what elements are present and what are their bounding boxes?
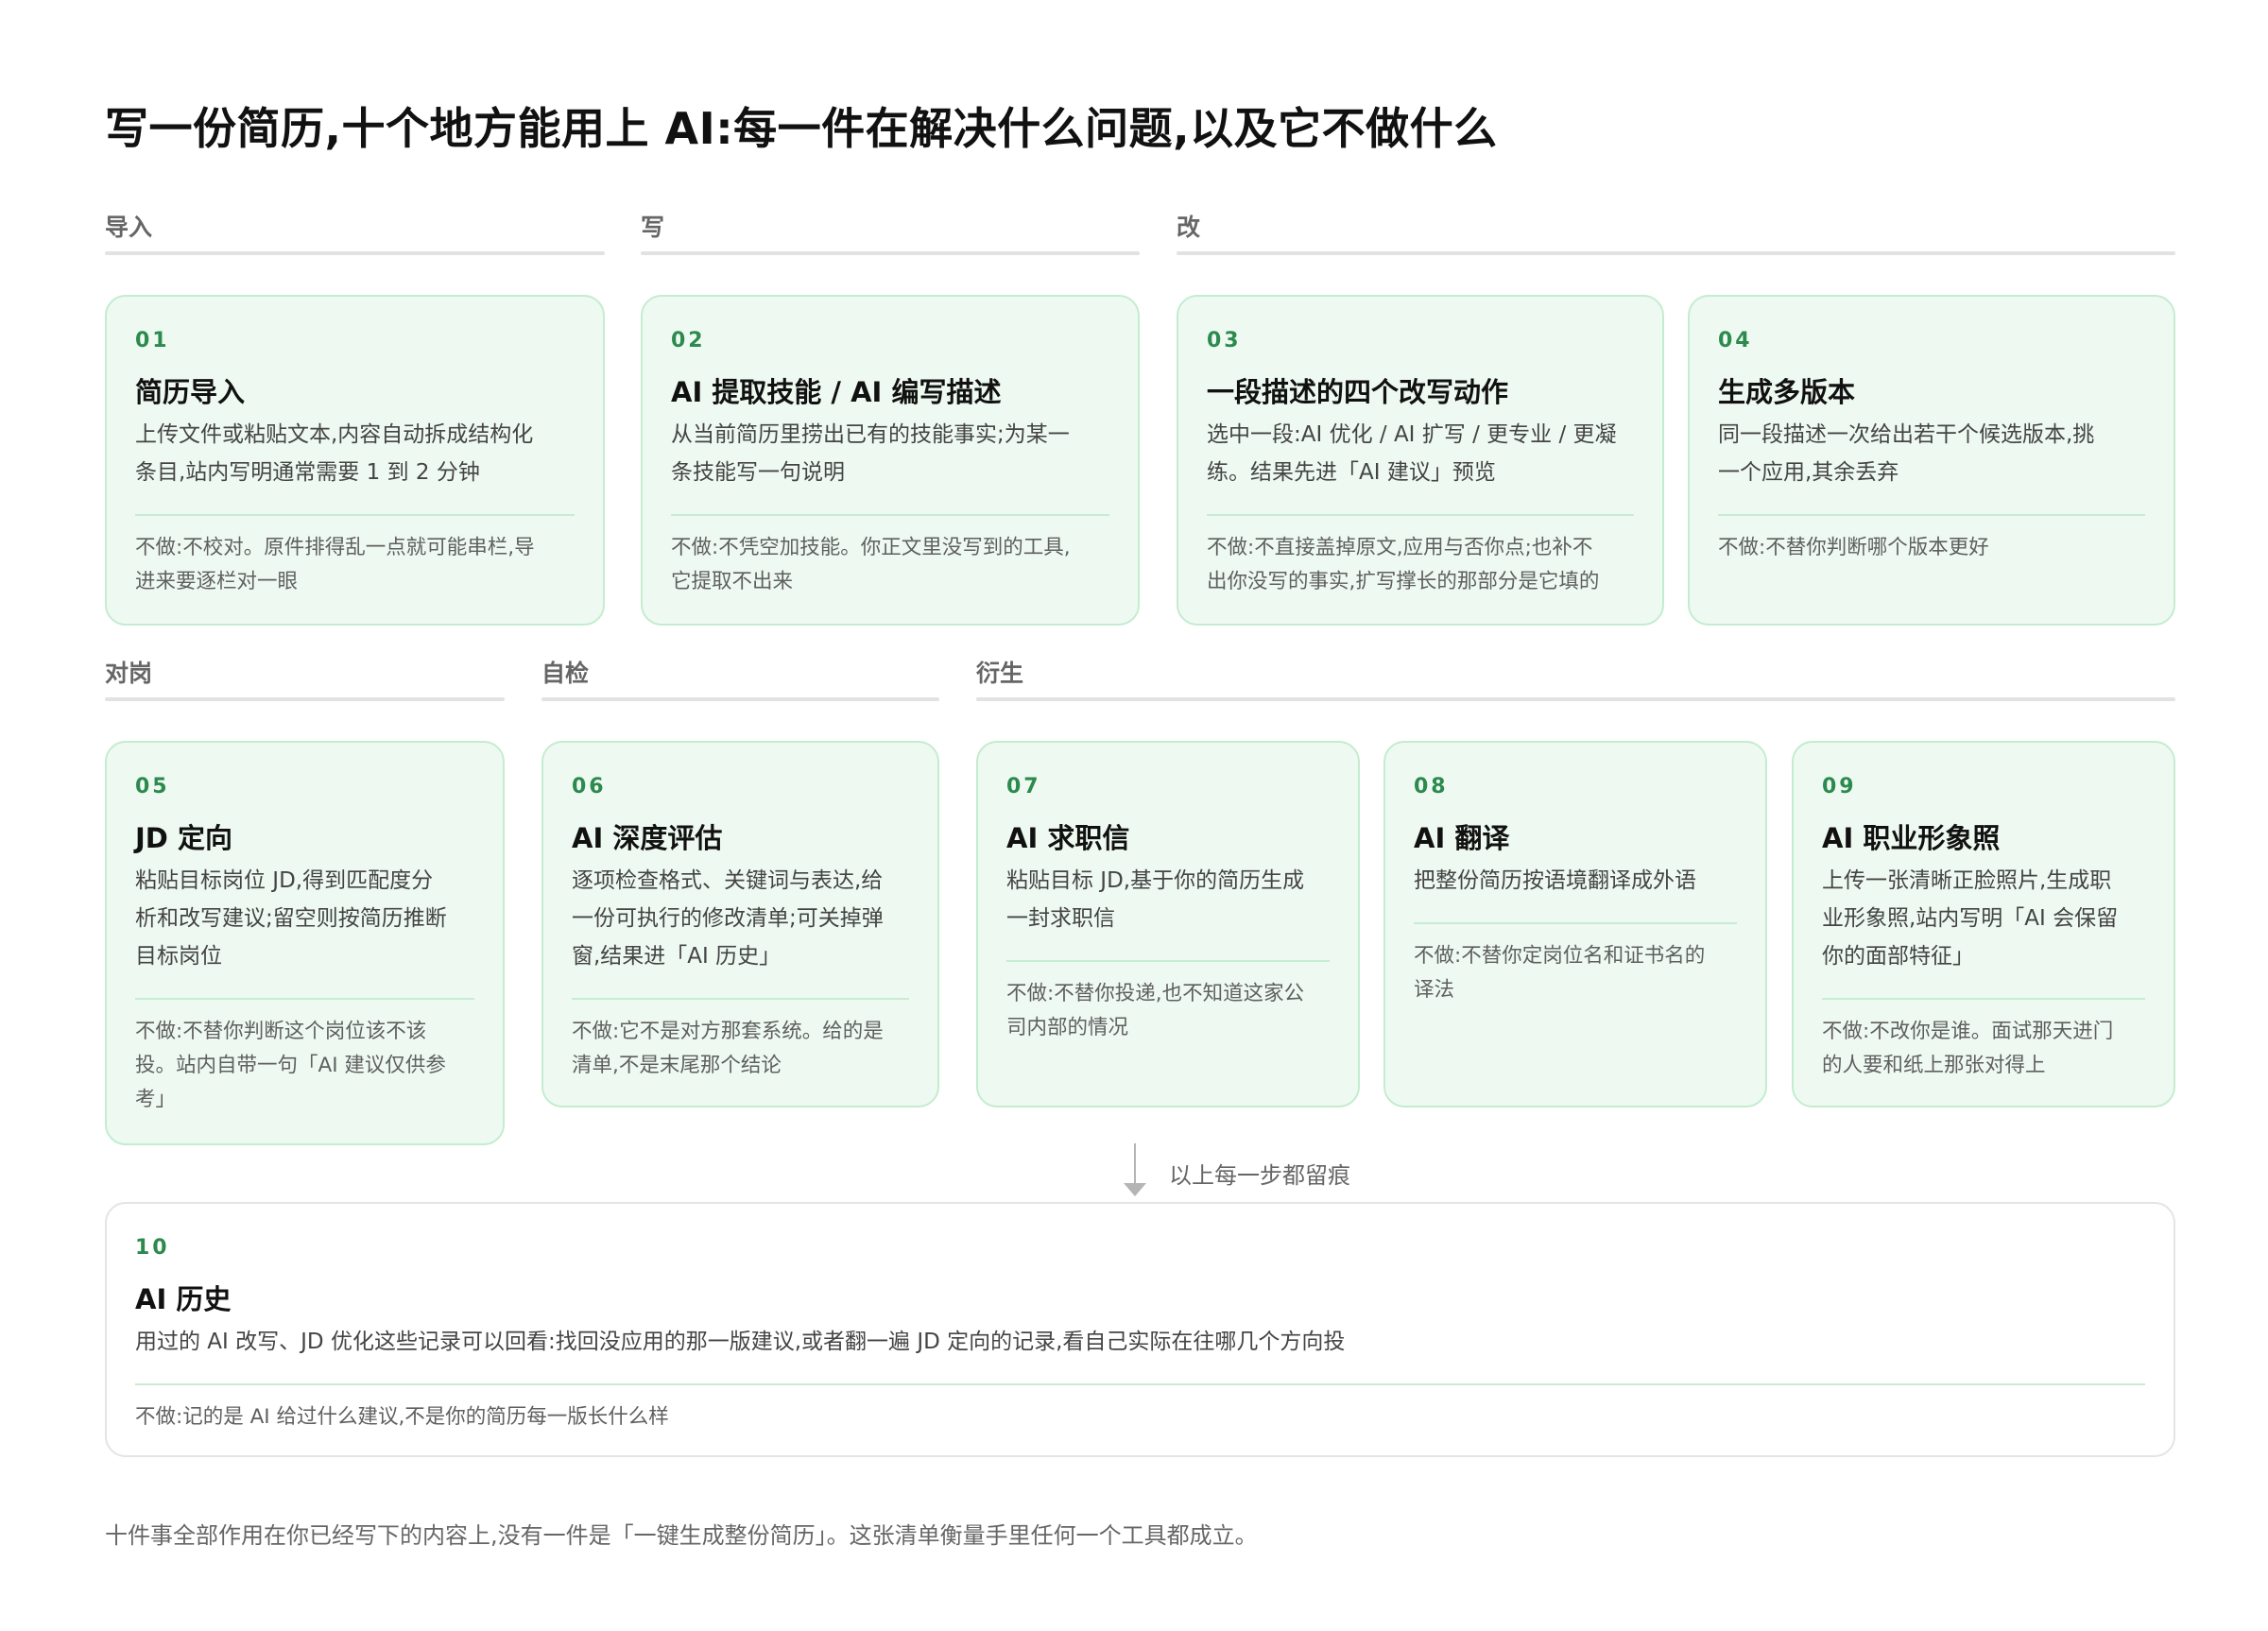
card-number: 05 <box>135 775 170 798</box>
section-label: 写 <box>641 214 665 241</box>
section-label: 衍生 <box>976 660 1024 687</box>
card-rewrite-actions: 03 一段描述的四个改写动作 选中一段:AI 优化 / AI 扩写 / 更专业 … <box>1177 295 1664 626</box>
card-title: 一段描述的四个改写动作 <box>1207 376 1509 408</box>
card-not-doing: 不做:不替你投递,也不知道这家公 司内部的情况 <box>1006 982 1305 1039</box>
card-not-doing: 不做:不替你定岗位名和证书名的 译法 <box>1414 944 1706 1002</box>
card-not-doing: 不做:不校对。原件排得乱一点就可能串栏,导 进来要逐栏对一眼 <box>135 536 535 593</box>
card-title: AI 提取技能 / AI 编写描述 <box>671 376 1002 408</box>
page-title: 写一份简历,十个地方能用上 AI:每一件在解决什么问题,以及它不做什么 <box>105 103 1498 154</box>
card-resume-import: 01 简历导入 上传文件或粘贴文本,内容自动拆成结构化 条目,站内写明通常需要 1… <box>105 295 605 626</box>
card-description: 选中一段:AI 优化 / AI 扩写 / 更专业 / 更凝 练。结果先进「AI 建… <box>1207 422 1617 485</box>
card-description: 用过的 AI 改写、JD 优化这些记录可以回看:找回没应用的那一版建议,或者翻一… <box>135 1330 1346 1354</box>
card-not-doing: 不做:不替你判断哪个版本更好 <box>1718 536 1989 559</box>
card-description: 逐项检查格式、关键词与表达,给 一份可执行的修改清单;可关掉弹 窗,结果进「AI 历… <box>572 868 884 969</box>
section-label: 改 <box>1177 214 1201 241</box>
section-divider <box>105 697 505 701</box>
card-divider <box>135 1383 2145 1385</box>
card-not-doing: 不做:不改你是谁。面试那天进门 的人要和纸上那张对得上 <box>1822 1020 2114 1077</box>
card-title: AI 历史 <box>135 1283 232 1315</box>
card-number: 01 <box>135 329 170 352</box>
card-divider <box>572 998 909 1000</box>
section-label: 导入 <box>105 214 153 241</box>
card-title: 简历导入 <box>135 376 246 408</box>
card-description: 粘贴目标岗位 JD,得到匹配度分 析和改写建议;留空则按简历推断 目标岗位 <box>135 868 447 969</box>
card-number: 10 <box>135 1236 170 1260</box>
card-description: 上传文件或粘贴文本,内容自动拆成结构化 条目,站内写明通常需要 1 到 2 分钟 <box>135 422 534 485</box>
section-import: 导入 <box>105 214 605 255</box>
card-number: 08 <box>1414 775 1449 798</box>
card-title: JD 定向 <box>135 822 232 854</box>
section-divider <box>976 697 2175 701</box>
card-translation: 08 AI 翻译 把整份简历按语境翻译成外语 不做:不替你定岗位名和证书名的 译法 <box>1383 741 1767 1107</box>
card-number: 07 <box>1006 775 1041 798</box>
card-divider <box>1207 514 1634 516</box>
section-write: 写 <box>641 214 1140 255</box>
card-divider <box>1414 922 1737 924</box>
card-divider <box>135 998 474 1000</box>
card-title: AI 深度评估 <box>572 822 723 854</box>
card-description: 从当前简历里捞出已有的技能事实;为某一 条技能写一句说明 <box>671 422 1070 485</box>
section-divider <box>1177 251 2175 255</box>
card-divider <box>1822 998 2145 1000</box>
section-selfcheck: 自检 <box>541 660 939 701</box>
card-divider <box>135 514 575 516</box>
card-jd-targeting: 05 JD 定向 粘贴目标岗位 JD,得到匹配度分 析和改写建议;留空则按简历推断… <box>105 741 505 1145</box>
connector-label: 以上每一步都留痕 <box>1169 1162 1350 1189</box>
card-divider <box>1718 514 2145 516</box>
card-title: AI 翻译 <box>1414 822 1510 854</box>
card-not-doing: 不做:它不是对方那套系统。给的是 清单,不是末尾那个结论 <box>572 1020 884 1077</box>
section-divider <box>105 251 605 255</box>
card-title: AI 职业形象照 <box>1822 822 2001 854</box>
card-headshot: 09 AI 职业形象照 上传一张清晰正脸照片,生成职 业形象照,站内写明「AI 会… <box>1792 741 2175 1107</box>
section-derive: 衍生 <box>976 660 2175 701</box>
section-target: 对岗 <box>105 660 505 701</box>
card-title: AI 求职信 <box>1006 822 1130 854</box>
section-divider <box>541 697 939 701</box>
card-deep-evaluation: 06 AI 深度评估 逐项检查格式、关键词与表达,给 一份可执行的修改清单;可关掉… <box>541 741 939 1107</box>
footer-note: 十件事全部作用在你已经写下的内容上,没有一件是「一键生成整份简历」。这张清单衡量… <box>105 1522 1258 1549</box>
card-description: 粘贴目标 JD,基于你的简历生成 一封求职信 <box>1006 868 1305 931</box>
arrow-down-icon <box>1124 1183 1146 1196</box>
section-divider <box>641 251 1140 255</box>
card-number: 02 <box>671 329 706 352</box>
card-not-doing: 不做:不凭空加技能。你正文里没写到的工具, 它提取不出来 <box>671 536 1071 593</box>
card-number: 04 <box>1718 329 1753 352</box>
card-divider <box>1006 960 1330 962</box>
card-title: 生成多版本 <box>1718 376 1856 408</box>
card-divider <box>671 514 1109 516</box>
section-label: 对岗 <box>105 660 153 687</box>
card-description: 上传一张清晰正脸照片,生成职 业形象照,站内写明「AI 会保留 你的面部特征」 <box>1822 868 2119 969</box>
card-cover-letter: 07 AI 求职信 粘贴目标 JD,基于你的简历生成 一封求职信 不做:不替你投递… <box>976 741 1360 1107</box>
card-multi-version: 04 生成多版本 同一段描述一次给出若干个候选版本,挑 一个应用,其余丢弃 不做:… <box>1688 295 2175 626</box>
card-not-doing: 不做:不直接盖掉原文,应用与否你点;也补不 出你没写的事实,扩写撑长的那部分是它填… <box>1207 536 1600 593</box>
card-number: 03 <box>1207 329 1242 352</box>
card-description: 同一段描述一次给出若干个候选版本,挑 一个应用,其余丢弃 <box>1718 422 2095 485</box>
card-number: 06 <box>572 775 607 798</box>
card-number: 09 <box>1822 775 1857 798</box>
section-revise: 改 <box>1177 214 2175 255</box>
card-not-doing: 不做:记的是 AI 给过什么建议,不是你的简历每一版长什么样 <box>135 1405 669 1429</box>
card-ai-history: 10 AI 历史 用过的 AI 改写、JD 优化这些记录可以回看:找回没应用的那… <box>105 1202 2175 1457</box>
card-skill-extract: 02 AI 提取技能 / AI 编写描述 从当前简历里捞出已有的技能事实;为某一… <box>641 295 1140 626</box>
section-label: 自检 <box>541 660 590 687</box>
card-description: 把整份简历按语境翻译成外语 <box>1414 868 1696 893</box>
card-not-doing: 不做:不替你判断这个岗位该不该 投。站内自带一句「AI 建议仅供参 考」 <box>135 1020 446 1111</box>
